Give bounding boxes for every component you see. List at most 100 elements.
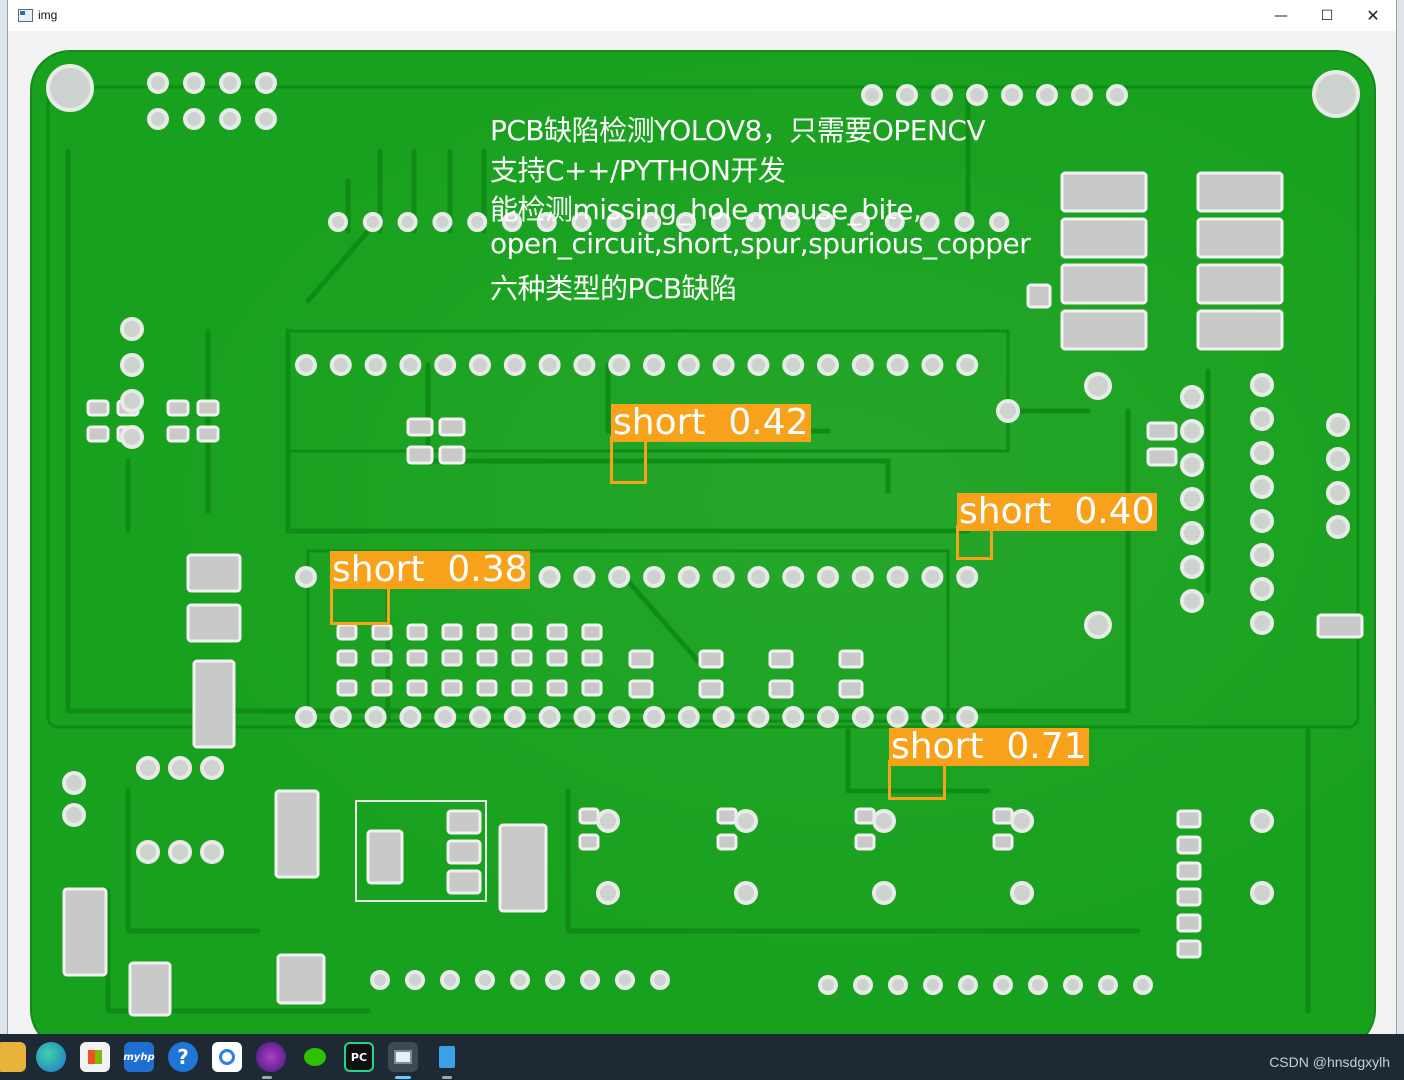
baidu-netdisk-icon[interactable] xyxy=(212,1042,242,1072)
pcb-hole xyxy=(62,771,86,795)
pcb-hole xyxy=(1326,413,1350,437)
pcb-hole xyxy=(1250,407,1274,431)
maximize-button[interactable]: ☐ xyxy=(1304,0,1350,31)
pcb-hole xyxy=(475,970,495,990)
pcb-hole xyxy=(677,354,700,376)
smd-pad xyxy=(854,807,876,825)
pcb-hole xyxy=(956,706,979,728)
pcb-hole xyxy=(747,354,770,376)
pcb-hole xyxy=(120,317,144,341)
close-button[interactable]: ✕ xyxy=(1350,0,1396,31)
pcb-hole xyxy=(782,354,805,376)
pcb-hole xyxy=(1010,809,1034,833)
smd-pad xyxy=(406,445,434,465)
pcb-hole xyxy=(397,212,418,232)
resistor-array xyxy=(1060,217,1148,259)
smd-pad xyxy=(511,623,533,641)
pcb-hole xyxy=(1071,84,1093,106)
pcb-hole xyxy=(1180,385,1204,409)
smd-pad xyxy=(768,649,794,669)
smd-pad xyxy=(166,425,190,443)
smd-pad xyxy=(406,417,434,437)
pcb-hole xyxy=(362,212,383,232)
smd-pad xyxy=(476,649,498,667)
pcb-hole xyxy=(851,706,874,728)
pycharm-icon[interactable]: PC xyxy=(344,1042,374,1072)
pcb-hole xyxy=(1180,555,1204,579)
copper-trace xyxy=(625,578,701,664)
smd-pad xyxy=(1146,421,1178,441)
edge-icon[interactable] xyxy=(36,1042,66,1072)
capacitor xyxy=(276,953,326,1005)
smd-pad xyxy=(406,679,428,697)
overlay-line-1: PCB缺陷检测YOLOV8，只需要OPENCV xyxy=(490,114,986,147)
smd-pad xyxy=(854,833,876,851)
pcb-hole xyxy=(596,881,620,905)
pcb-hole xyxy=(1106,84,1128,106)
pcb-hole xyxy=(120,353,144,377)
title-bar[interactable]: img — ☐ ✕ xyxy=(8,0,1396,32)
capacitor xyxy=(186,603,242,643)
pcb-hole xyxy=(545,970,565,990)
pcb-hole xyxy=(200,756,224,780)
pcb-hole xyxy=(255,108,277,130)
pcb-hole xyxy=(643,566,665,588)
resistor-array xyxy=(1060,309,1148,351)
pcb-hole xyxy=(921,566,944,588)
mounting-hole xyxy=(46,64,94,112)
smd-pad xyxy=(336,623,358,641)
notepad-icon[interactable] xyxy=(432,1042,462,1072)
wechat-icon[interactable] xyxy=(300,1042,330,1072)
pcb-hole xyxy=(370,970,390,990)
image-viewer-icon[interactable] xyxy=(388,1042,418,1072)
resistor-array xyxy=(1196,309,1284,351)
minimize-button[interactable]: — xyxy=(1258,0,1304,31)
pcb-hole xyxy=(1010,881,1034,905)
smd-pad xyxy=(1176,913,1202,933)
smd-pad xyxy=(838,679,864,699)
pcb-hole xyxy=(469,706,491,728)
pcb-hole xyxy=(573,566,596,588)
smd-pad xyxy=(698,679,724,699)
detection-box xyxy=(610,436,647,484)
smd-pad xyxy=(196,399,220,417)
window-app-icon xyxy=(18,9,33,22)
smd-pad xyxy=(1176,939,1202,959)
smd-pad xyxy=(446,809,482,835)
smd-pad xyxy=(441,649,463,667)
pcb-hole xyxy=(1180,487,1204,511)
smd-pad xyxy=(476,623,498,641)
pcb-hole xyxy=(1250,373,1274,397)
active-indicator xyxy=(395,1076,411,1079)
smd-pad xyxy=(578,833,600,851)
pcb-hole xyxy=(712,354,735,376)
file-explorer-icon[interactable] xyxy=(0,1042,26,1072)
pcb-hole xyxy=(958,975,978,995)
help-icon[interactable]: ? xyxy=(168,1042,198,1072)
detection-box xyxy=(956,525,993,560)
pcb-hole xyxy=(1326,515,1350,539)
pcb-feature xyxy=(1250,809,1274,833)
smd-pad xyxy=(1146,447,1178,467)
copper-trace xyxy=(305,228,371,304)
media-app-icon[interactable] xyxy=(256,1042,286,1072)
microsoft-store-icon[interactable] xyxy=(80,1042,110,1072)
pcb-hole xyxy=(861,84,883,106)
smd-pad xyxy=(1176,861,1202,881)
smd-pad xyxy=(196,425,220,443)
csdn-watermark: CSDN @hnsdgxylh xyxy=(1269,1054,1390,1070)
pcb-hole xyxy=(399,706,422,728)
pcb-hole xyxy=(818,975,838,995)
smd-pad xyxy=(446,839,482,865)
pcb-hole xyxy=(966,84,988,106)
mounting-hole xyxy=(1312,70,1360,118)
resistor-array xyxy=(1196,217,1284,259)
myhp-icon[interactable]: myhp xyxy=(123,1042,155,1072)
detection-box xyxy=(330,583,390,625)
pcb-hole xyxy=(1250,509,1274,533)
pcb-hole xyxy=(643,354,665,376)
resistor-array xyxy=(1060,263,1148,305)
smd-pad xyxy=(406,649,428,667)
pcb-hole xyxy=(782,566,805,588)
detection-box xyxy=(888,760,946,800)
